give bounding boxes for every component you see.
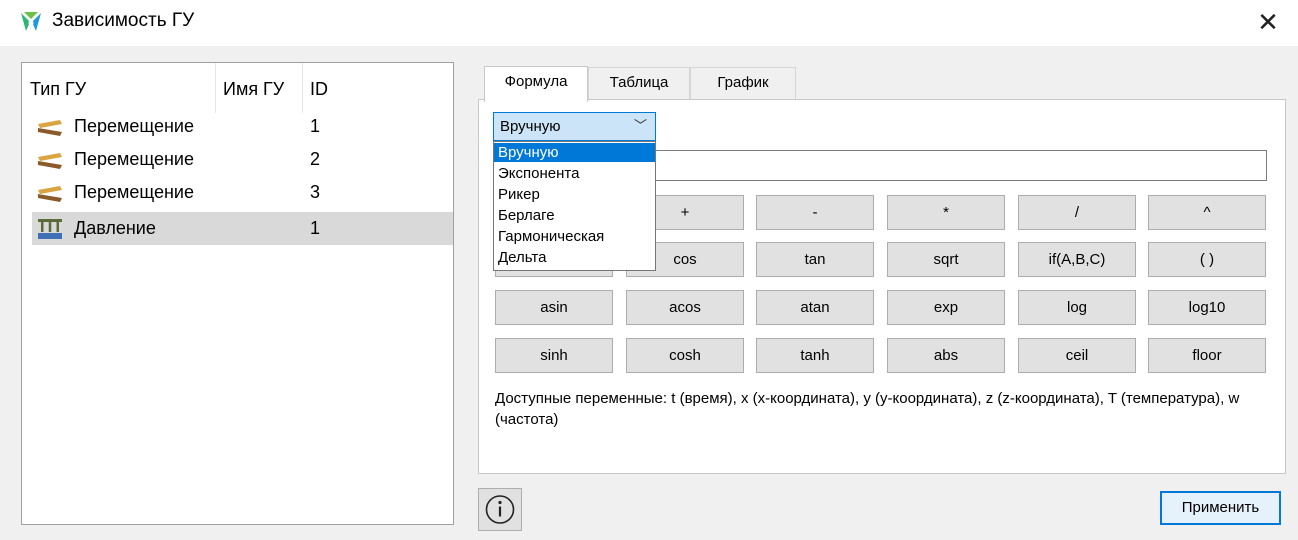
row-type-label: Давление	[74, 218, 156, 238]
calc-button-ceil[interactable]: ceil	[1018, 338, 1136, 373]
calc-button-log10[interactable]: log10	[1148, 290, 1266, 325]
title-bar: Зависимость ГУ ✕	[0, 0, 1298, 46]
column-header-id[interactable]: ID	[310, 79, 328, 100]
dropdown-option[interactable]: Берлаге	[494, 206, 655, 225]
calc-button-parentheses[interactable]: ( )	[1148, 242, 1266, 277]
calc-button-sqrt[interactable]: sqrt	[887, 242, 1005, 277]
column-separator[interactable]	[302, 63, 303, 113]
calc-button-divide[interactable]: /	[1018, 195, 1136, 230]
calc-button-atan[interactable]: atan	[756, 290, 874, 325]
pressure-icon	[38, 219, 62, 239]
tab-chart[interactable]: График	[690, 67, 796, 101]
dropdown-option[interactable]: Гармоническая	[494, 227, 655, 246]
calc-button-tanh[interactable]: tanh	[756, 338, 874, 373]
apply-button[interactable]: Применить	[1160, 491, 1281, 525]
tree-row[interactable]: Перемещение 2	[32, 143, 453, 176]
row-type-label: Перемещение	[74, 182, 194, 202]
row-id-label: 2	[310, 149, 321, 169]
calc-button-floor[interactable]: floor	[1148, 338, 1266, 373]
row-type-label: Перемещение	[74, 149, 194, 169]
dropdown-option[interactable]: Дельта	[494, 248, 655, 267]
available-variables-text: Доступные переменные: t (время), x (x-ко…	[495, 390, 1240, 428]
calc-button-cosh[interactable]: cosh	[626, 338, 744, 373]
window-title: Зависимость ГУ	[52, 10, 195, 31]
boundary-conditions-tree[interactable]: Тип ГУ Имя ГУ ID Перемещение 1 Перемещен…	[21, 62, 454, 525]
mode-select-value: Вручную	[500, 118, 561, 135]
tree-row-selected[interactable]: Давление 1	[32, 212, 453, 245]
displacement-icon	[38, 120, 62, 136]
column-header-name[interactable]: Имя ГУ	[223, 79, 284, 100]
chevron-down-icon[interactable]: ﹀	[634, 113, 647, 140]
calc-button-multiply[interactable]: *	[887, 195, 1005, 230]
displacement-icon	[38, 153, 62, 169]
close-button[interactable]: ✕	[1248, 4, 1288, 42]
calc-button-acos[interactable]: acos	[626, 290, 744, 325]
dropdown-option[interactable]: Экспонента	[494, 164, 655, 183]
row-id-label: 1	[310, 218, 321, 238]
tree-row[interactable]: Перемещение 3	[32, 176, 453, 209]
row-id-label: 1	[310, 116, 321, 136]
calc-button-if[interactable]: if(A,B,C)	[1018, 242, 1136, 277]
tab-table[interactable]: Таблица	[588, 67, 690, 101]
row-type-label: Перемещение	[74, 116, 194, 136]
tab-formula[interactable]: Формула	[484, 66, 588, 102]
info-icon	[485, 495, 515, 524]
mode-select[interactable]: Вручную ﹀	[493, 112, 656, 141]
dropdown-option[interactable]: Рикер	[494, 185, 655, 204]
calc-button-abs[interactable]: abs	[887, 338, 1005, 373]
dropdown-option[interactable]: Вручную	[494, 143, 655, 162]
calc-button-log[interactable]: log	[1018, 290, 1136, 325]
column-header-type[interactable]: Тип ГУ	[30, 79, 86, 100]
calc-button-exp[interactable]: exp	[887, 290, 1005, 325]
calc-button-minus[interactable]: -	[756, 195, 874, 230]
column-separator[interactable]	[215, 63, 216, 113]
row-id-label: 3	[310, 182, 321, 202]
tree-row[interactable]: Перемещение 1	[32, 110, 453, 143]
calc-button-asin[interactable]: asin	[495, 290, 613, 325]
app-logo-icon	[21, 12, 41, 31]
calc-button-sinh[interactable]: sinh	[495, 338, 613, 373]
mode-dropdown-list[interactable]: Вручную Экспонента Рикер Берлаге Гармони…	[493, 141, 656, 271]
displacement-icon	[38, 186, 62, 202]
calc-button-tan[interactable]: tan	[756, 242, 874, 277]
tree-header: Тип ГУ Имя ГУ ID	[22, 63, 453, 113]
info-button[interactable]	[478, 488, 522, 531]
calc-button-power[interactable]: ^	[1148, 195, 1266, 230]
